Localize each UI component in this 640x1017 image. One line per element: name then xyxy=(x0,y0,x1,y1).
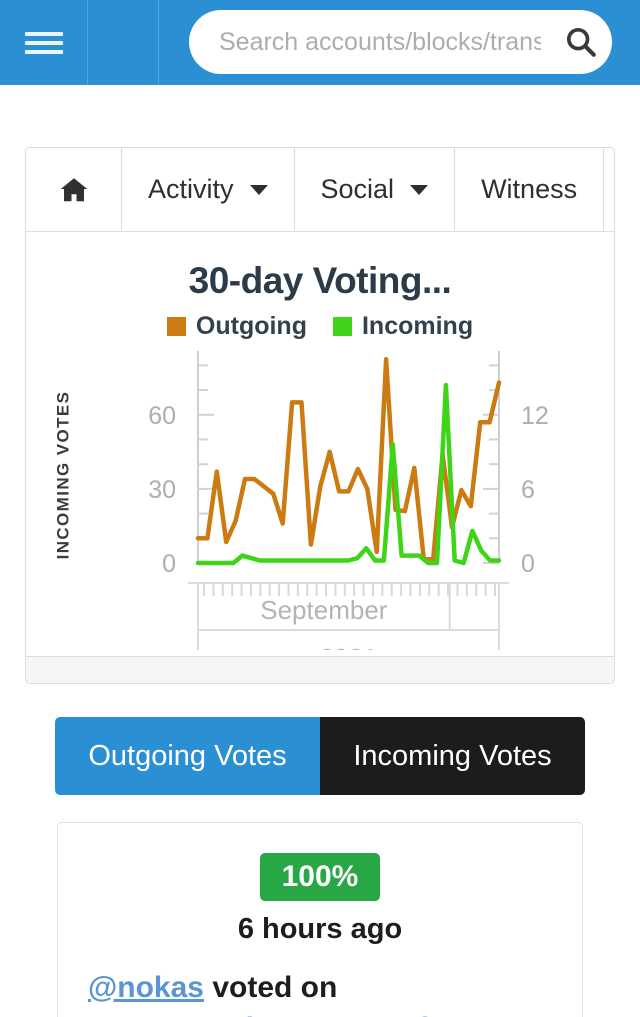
search-icon xyxy=(566,27,596,57)
voted-post-link[interactable]: @mynewadventure-3-of-elementary xyxy=(88,1012,437,1017)
svg-text:6: 6 xyxy=(521,476,535,504)
legend-item-outgoing[interactable]: Outgoing xyxy=(166,312,307,341)
legend-label-incoming: Incoming xyxy=(361,312,474,340)
tab-activity-label: Activity xyxy=(148,174,234,204)
home-icon xyxy=(60,177,87,201)
legend-swatch-outgoing xyxy=(166,317,186,336)
tab-home[interactable] xyxy=(26,148,122,231)
voting-line-chart: 0 30 60 0 6 12 September 2021 xyxy=(148,351,549,650)
chevron-down-icon xyxy=(249,184,268,195)
svg-text:0: 0 xyxy=(162,550,176,578)
voting-chart-card: Activity Social Witness 30-day Voting...… xyxy=(25,147,615,684)
svg-text:30: 30 xyxy=(148,476,176,504)
hamburger-menu-button[interactable] xyxy=(0,0,87,85)
top-navigation-bar xyxy=(0,0,640,85)
tab-social-label: Social xyxy=(320,174,395,204)
chart-legend: Outgoing Incoming xyxy=(26,312,614,341)
chart-title: 30-day Voting... xyxy=(188,260,452,301)
header-divider-1 xyxy=(87,0,88,85)
svg-text:2021: 2021 xyxy=(320,643,378,650)
vote-timestamp: 6 hours ago xyxy=(237,913,403,945)
percent-row: 100% xyxy=(58,853,582,901)
vote-percent-badge: 100% xyxy=(259,853,381,901)
svg-text:September: September xyxy=(260,595,388,625)
vote-direction-toggle-wrap: Outgoing Votes Incoming Votes xyxy=(0,684,640,795)
voter-account-link[interactable]: @nokas xyxy=(88,971,204,1004)
page-content: Activity Social Witness 30-day Voting...… xyxy=(0,85,640,1017)
tab-activity[interactable]: Activity xyxy=(122,148,295,231)
tab-witness[interactable]: Witness xyxy=(455,148,605,231)
legend-label-outgoing: Outgoing xyxy=(195,312,307,340)
legend-swatch-incoming xyxy=(332,317,352,336)
vote-action-text: voted on xyxy=(212,971,338,1004)
hamburger-icon xyxy=(24,27,63,59)
svg-text:60: 60 xyxy=(148,402,176,430)
tab-social[interactable]: Social xyxy=(294,148,456,231)
search-input[interactable] xyxy=(189,27,549,57)
chart-card-footer xyxy=(26,656,614,683)
outgoing-votes-tab[interactable]: Outgoing Votes xyxy=(55,717,320,795)
search-bar[interactable] xyxy=(189,10,612,74)
svg-text:12: 12 xyxy=(521,402,549,430)
legend-item-incoming[interactable]: Incoming xyxy=(332,312,474,341)
vote-direction-toggle: Outgoing Votes Incoming Votes xyxy=(55,717,585,795)
y-axis-left-title: INCOMING VOTES xyxy=(53,390,73,560)
plot-area: INCOMING VOTES OUTGOING VOTES 030600612S… xyxy=(26,345,614,650)
incoming-votes-tab[interactable]: Incoming Votes xyxy=(320,717,585,795)
account-tab-bar: Activity Social Witness xyxy=(26,148,614,232)
vote-item-card: 100% 6 hours ago @nokas voted on @mynewa… xyxy=(57,822,583,1017)
vote-description: @nokas voted on @mynewadventure-3-of-ele… xyxy=(58,968,582,1017)
header-divider-2 xyxy=(158,0,159,85)
tab-witness-label: Witness xyxy=(481,174,578,204)
svg-text:0: 0 xyxy=(521,550,535,578)
chevron-down-icon xyxy=(410,184,429,195)
chart-body: 30-day Voting... Outgoing Incoming INCOM… xyxy=(26,232,614,656)
search-button[interactable] xyxy=(549,10,612,74)
